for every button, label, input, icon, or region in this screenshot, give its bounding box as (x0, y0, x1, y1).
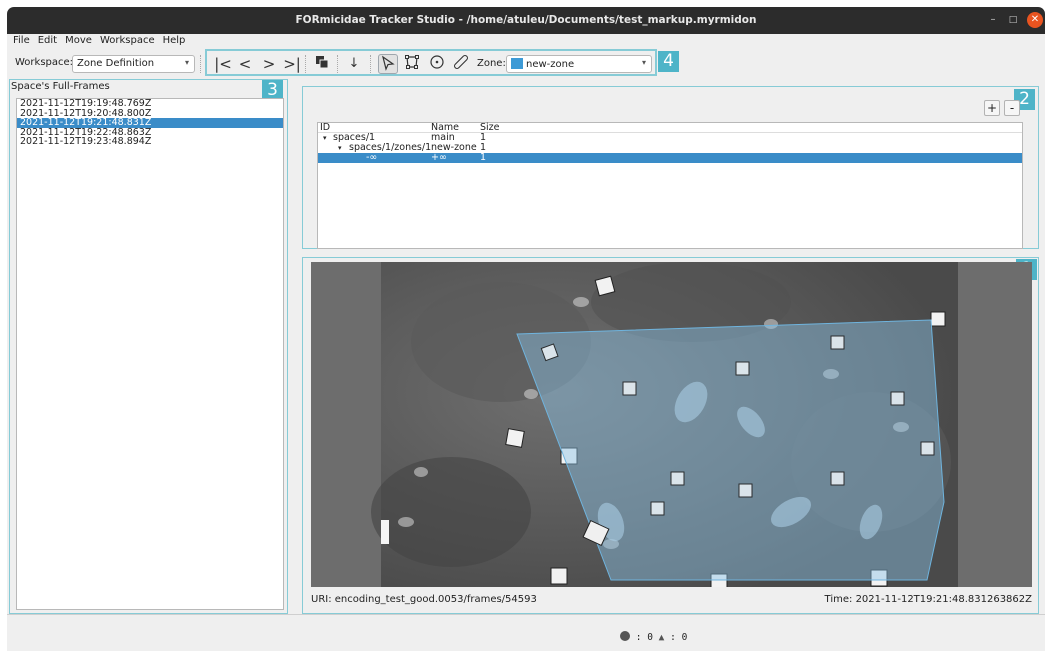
menu-help[interactable]: Help (159, 34, 190, 47)
toolbar-separator (370, 55, 372, 73)
zone-select-value: new-zone (526, 59, 575, 70)
zone-tree-panel: + - ID Name Size ▾ spaces/1 main 1 ▾ spa… (302, 86, 1039, 249)
window-title: FORmicidae Tracker Studio - /home/atuleu… (295, 14, 757, 26)
close-icon[interactable]: ✕ (1027, 12, 1043, 28)
menu-file[interactable]: File (7, 34, 34, 47)
zone-tree[interactable]: ID Name Size ▾ spaces/1 main 1 ▾ spaces/… (317, 122, 1023, 249)
video-uri: URI: encoding_test_good.0053/frames/5459… (311, 594, 537, 605)
tree-header: ID Name Size (318, 123, 1022, 133)
list-item[interactable]: 2021-11-12T19:23:48.894Z (17, 137, 283, 147)
video-frame-image (311, 262, 1032, 587)
toolbar-separator (305, 55, 307, 73)
previous-frame-icon[interactable]: < (235, 54, 255, 74)
expand-arrow-icon[interactable]: ▾ (323, 133, 327, 143)
warning-icon: ▲ (658, 632, 665, 643)
column-header-id[interactable]: ID (320, 123, 330, 133)
zone-select[interactable]: new-zone ▾ (506, 55, 652, 73)
tree-row[interactable]: ▾ spaces/1/zones/1 new-zone 1 (318, 143, 1022, 153)
warning-count: 0 (681, 632, 688, 643)
zone-color-swatch (511, 58, 523, 69)
add-zone-button[interactable]: + (984, 100, 1000, 116)
tree-row-size: 1 (480, 152, 487, 163)
status-bar: : 0 ▲ : 0 (7, 614, 1045, 651)
workspace-select-value: Zone Definition (77, 58, 155, 69)
menu-edit[interactable]: Edit (34, 34, 61, 47)
badge-4: 4 (658, 51, 679, 72)
toolbar-separator (337, 55, 339, 73)
title-bar: FORmicidae Tracker Studio - /home/atuleu… (7, 7, 1045, 34)
expand-arrow-icon[interactable]: ▾ (338, 143, 342, 153)
menu-workspace[interactable]: Workspace (96, 34, 159, 47)
next-frame-icon[interactable]: > (259, 54, 279, 74)
main-window: File Edit Move Workspace Help Workspace: Zon… (7, 34, 1045, 651)
remove-zone-button[interactable]: - (1004, 100, 1020, 116)
polygon-tool-icon[interactable] (402, 54, 422, 74)
arrow-down-icon[interactable]: ↓ (344, 54, 364, 74)
chevron-down-icon: ▾ (641, 58, 646, 67)
zone-label: Zone: (477, 58, 506, 69)
toolbar-separator (200, 55, 202, 73)
error-icon (620, 631, 630, 641)
tree-row-id: -∞ (366, 152, 378, 163)
full-frames-title: Space's Full-Frames (11, 81, 110, 92)
error-count: 0 (647, 632, 653, 643)
maximize-icon[interactable]: □ (1005, 12, 1021, 28)
video-time: Time: 2021-11-12T19:21:48.831263862Z (824, 594, 1032, 605)
first-frame-icon[interactable]: |< (213, 54, 233, 74)
circle-tool-icon[interactable] (427, 54, 447, 74)
tree-row-id: spaces/1/zones/1 (349, 142, 432, 153)
select-pointer-icon[interactable] (378, 54, 398, 74)
video-frame[interactable] (311, 262, 1032, 587)
menu-bar: File Edit Move Workspace Help (7, 34, 1045, 48)
last-frame-icon[interactable]: >| (282, 54, 302, 74)
workspace-label: Workspace: (15, 57, 74, 68)
tree-row-name: +∞ (431, 152, 447, 163)
chevron-down-icon: ▾ (184, 58, 189, 67)
menu-move[interactable]: Move (61, 34, 96, 47)
tree-row-selected[interactable]: -∞ +∞ 1 (318, 153, 1022, 163)
copy-icon[interactable] (312, 54, 332, 74)
status-counts: : 0 ▲ : 0 (620, 631, 687, 643)
toolbar: Workspace: Zone Definition ▾ |< < > >| ↓… (7, 48, 1045, 78)
video-panel: URI: encoding_test_good.0053/frames/5459… (302, 257, 1039, 614)
full-frames-panel: Space's Full-Frames 2021-11-12T19:19:48.… (9, 79, 288, 614)
capsule-tool-icon[interactable] (451, 54, 471, 74)
minimize-icon[interactable]: – (985, 12, 1001, 28)
full-frames-list[interactable]: 2021-11-12T19:19:48.769Z 2021-11-12T19:2… (16, 98, 284, 610)
workspace-select[interactable]: Zone Definition ▾ (72, 55, 195, 73)
